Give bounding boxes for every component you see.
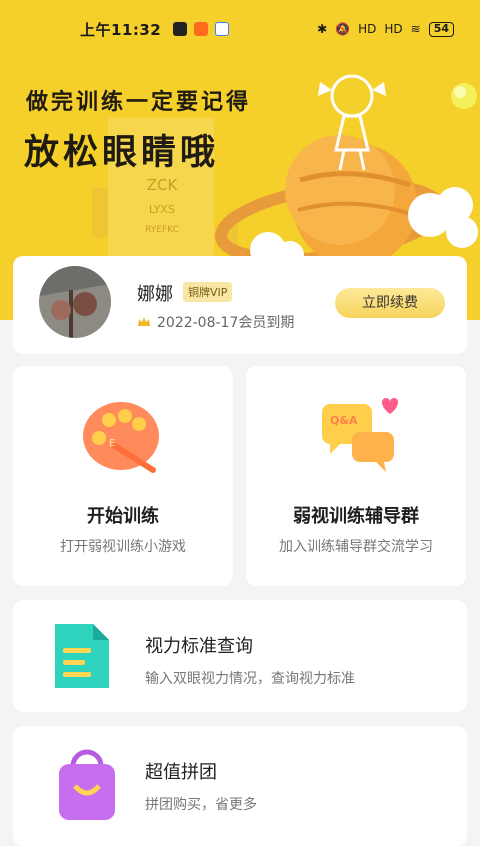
row-title: 超值拼团 — [145, 762, 217, 783]
svg-text:RYEFKC: RYEFKC — [145, 225, 179, 235]
group-buy-row[interactable]: 超值拼团 拼团购买，省更多 — [13, 726, 467, 846]
app-icon — [194, 22, 209, 36]
row-title: 视力标准查询 — [145, 636, 253, 657]
qa-chat-icon: Q&A — [322, 398, 398, 472]
svg-text:ZCK: ZCK — [147, 176, 179, 194]
start-training-card[interactable]: E 开始训练 打开弱视训练小游戏 — [13, 366, 233, 586]
vision-standard-row[interactable]: 视力标准查询 输入双眼视力情况，查询视力标准 — [13, 600, 467, 712]
row-subtitle: 输入双眼视力情况，查询视力标准 — [145, 671, 355, 687]
banner-slogan-line1: 做完训练一定要记得 — [26, 90, 252, 115]
feature-title: 弱视训练辅导群 — [293, 506, 419, 527]
vip-badge: 铜牌VIP — [183, 282, 233, 302]
palette-icon: E — [83, 402, 159, 473]
renew-button[interactable]: 立即续费 — [335, 288, 445, 318]
document-icon — [55, 624, 109, 688]
avatar[interactable] — [39, 266, 111, 338]
membership-expire: 2022-08-17会员到期 — [157, 315, 295, 331]
svg-text:E: E — [109, 438, 115, 449]
crown-icon — [138, 317, 150, 326]
svg-text:LYXS: LYXS — [149, 203, 175, 216]
training-group-card[interactable]: Q&A 弱视训练辅导群 加入训练辅导群交流学习 — [246, 366, 466, 586]
signal-hd-1: HD — [358, 22, 377, 36]
battery-icon: 54 — [428, 21, 454, 37]
status-time: 上午11:32 — [80, 20, 162, 39]
svg-text:Q&A: Q&A — [330, 414, 358, 427]
wifi-icon: ≋ — [410, 22, 421, 36]
banner-slogan-line2: 放松眼睛哦 — [24, 133, 220, 173]
feature-subtitle: 加入训练辅导群交流学习 — [279, 539, 433, 555]
mute-icon: 🔕 — [335, 22, 351, 36]
status-bar: 上午11:32 ✱ 🔕 HD HD ≋ 54 — [0, 0, 480, 58]
feature-subtitle: 打开弱视训练小游戏 — [60, 539, 186, 555]
profile-card: 娜娜 铜牌VIP 2022-08-17会员到期 立即续费 — [13, 256, 467, 354]
shopping-bag-icon — [59, 749, 115, 820]
row-subtitle: 拼团购买，省更多 — [145, 797, 257, 813]
tiktok-icon — [173, 22, 188, 36]
username: 娜娜 — [137, 284, 173, 305]
feature-title: 开始训练 — [87, 506, 159, 527]
bluetooth-icon: ✱ — [317, 22, 328, 36]
message-icon — [215, 22, 230, 36]
signal-hd-2: HD — [384, 22, 403, 36]
status-right: ✱ 🔕 HD HD ≋ 54 — [317, 21, 454, 37]
